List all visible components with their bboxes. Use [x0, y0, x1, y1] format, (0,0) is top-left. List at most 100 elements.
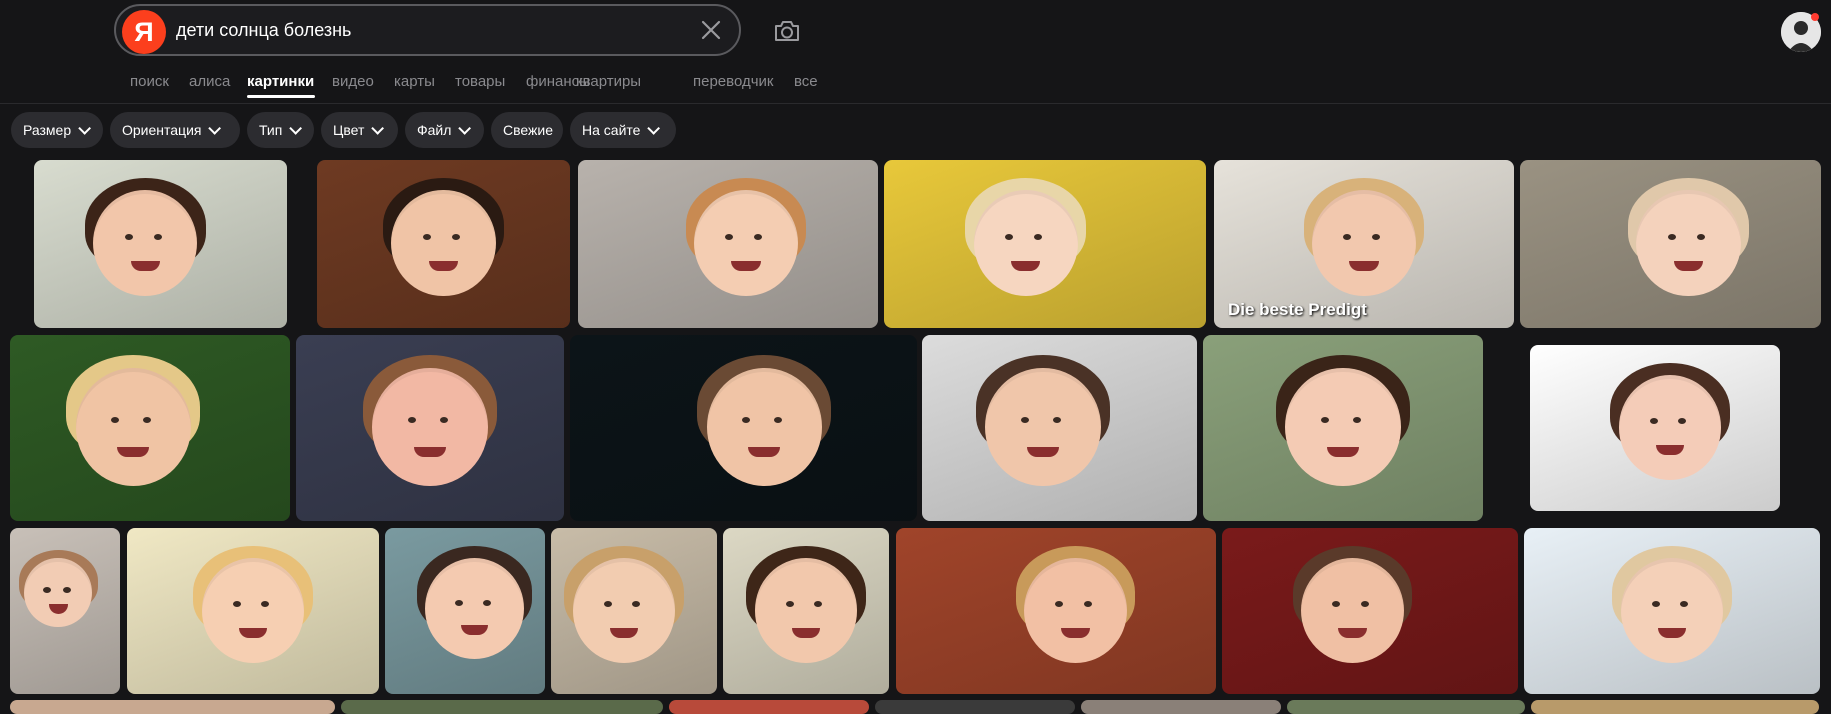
photo-eye	[1667, 233, 1676, 240]
filter-fresh[interactable]: Свежие	[491, 112, 563, 148]
image-result[interactable]	[10, 700, 335, 714]
active-tab-indicator	[247, 95, 315, 98]
filter-type-label: Тип	[259, 122, 283, 138]
filter-file[interactable]: Файл	[405, 112, 484, 148]
header: Я дети солнца болезнь поиск алиса картин…	[0, 0, 1831, 98]
filter-orientation[interactable]: Ориентация	[110, 112, 240, 148]
tab-maps[interactable]: карты	[394, 73, 435, 90]
photo-eye	[143, 416, 152, 423]
photo-face	[973, 190, 1078, 297]
photo-face	[201, 557, 305, 663]
logo-letter: Я	[134, 16, 154, 47]
photo-eye	[482, 599, 491, 606]
filter-file-label: Файл	[417, 122, 452, 138]
filter-type[interactable]: Тип	[247, 112, 314, 148]
photo-eye	[1649, 418, 1658, 425]
photo-eye	[153, 233, 162, 240]
photo-eye	[124, 233, 133, 240]
photo-face	[1023, 557, 1127, 663]
image-result[interactable]	[570, 335, 917, 521]
image-result[interactable]	[1530, 345, 1780, 511]
image-result[interactable]	[723, 528, 889, 694]
photo-face	[754, 557, 858, 663]
tab-video[interactable]: видео	[332, 73, 374, 90]
photo-mouth	[1337, 627, 1367, 638]
image-result[interactable]	[884, 160, 1206, 328]
chevron-down-icon	[371, 122, 385, 135]
photo-eye	[1320, 416, 1329, 423]
photo-eye	[439, 416, 448, 423]
photo-eye	[1083, 601, 1092, 608]
image-result[interactable]	[317, 160, 570, 328]
image-result[interactable]	[1081, 700, 1281, 714]
tab-alice[interactable]: алиса	[189, 73, 230, 90]
filter-on-site-label: На сайте	[582, 122, 641, 138]
header-divider	[0, 103, 1831, 104]
photo-face	[93, 190, 198, 297]
photo-mouth	[1026, 446, 1060, 457]
yandex-logo[interactable]: Я	[122, 10, 166, 54]
chevron-down-icon	[78, 122, 92, 135]
image-result[interactable]: Die beste Predigt	[1214, 160, 1514, 328]
filter-fresh-label: Свежие	[503, 122, 553, 138]
photo-face	[985, 368, 1101, 487]
photo-eye	[62, 586, 71, 593]
photo-mouth	[1326, 446, 1360, 457]
image-result[interactable]	[1524, 528, 1820, 694]
photo-face	[1285, 368, 1401, 487]
image-result[interactable]	[578, 160, 878, 328]
photo-eye	[110, 416, 119, 423]
photo-face	[1636, 190, 1741, 297]
filter-size[interactable]: Размер	[11, 112, 103, 148]
photo-eye	[774, 416, 783, 423]
photo-eye	[603, 601, 612, 608]
search-bar[interactable]: Я дети солнца болезнь	[114, 4, 741, 56]
photo-eye	[422, 233, 431, 240]
photo-face	[372, 368, 488, 487]
image-result[interactable]	[10, 528, 120, 694]
image-result[interactable]	[551, 528, 717, 694]
tab-apartments[interactable]: квартиры	[576, 73, 641, 90]
image-result[interactable]	[296, 335, 564, 521]
photo-mouth	[1060, 627, 1090, 638]
clear-search-button[interactable]	[697, 16, 725, 44]
photo-face	[1300, 557, 1404, 663]
tab-all[interactable]: все	[794, 73, 818, 90]
tab-search[interactable]: поиск	[130, 73, 169, 90]
photo-mouth	[413, 446, 447, 457]
search-input[interactable]: дети солнца болезнь	[176, 6, 351, 54]
image-result[interactable]	[1520, 160, 1821, 328]
image-result[interactable]	[1531, 700, 1819, 714]
photo-eye	[407, 416, 416, 423]
filter-color[interactable]: Цвет	[321, 112, 398, 148]
image-caption: Die beste Predigt	[1228, 300, 1367, 319]
image-result[interactable]	[1287, 700, 1525, 714]
tab-translator[interactable]: переводчик	[693, 73, 773, 90]
image-result[interactable]	[669, 700, 869, 714]
image-result[interactable]	[922, 335, 1197, 521]
photo-eye	[1005, 233, 1013, 240]
photo-eye	[1052, 416, 1061, 423]
image-result[interactable]	[341, 700, 663, 714]
photo-face	[706, 368, 822, 487]
photo-face	[24, 557, 93, 628]
photo-eye	[1697, 233, 1706, 240]
image-result[interactable]	[875, 700, 1075, 714]
photo-eye	[1331, 601, 1340, 608]
image-result[interactable]	[34, 160, 287, 328]
filter-on-site[interactable]: На сайте	[570, 112, 676, 148]
image-search-button[interactable]	[772, 16, 802, 46]
image-result[interactable]	[896, 528, 1216, 694]
tab-products[interactable]: товары	[455, 73, 505, 90]
image-result[interactable]	[127, 528, 379, 694]
tab-images[interactable]: картинки	[247, 73, 314, 90]
filter-color-label: Цвет	[333, 122, 365, 138]
image-result[interactable]	[10, 335, 290, 521]
image-result[interactable]	[385, 528, 545, 694]
photo-face	[572, 557, 676, 663]
close-icon	[701, 20, 721, 40]
photo-face	[75, 368, 191, 487]
image-result[interactable]	[1203, 335, 1483, 521]
photo-face	[1620, 557, 1724, 663]
image-result[interactable]	[1222, 528, 1518, 694]
